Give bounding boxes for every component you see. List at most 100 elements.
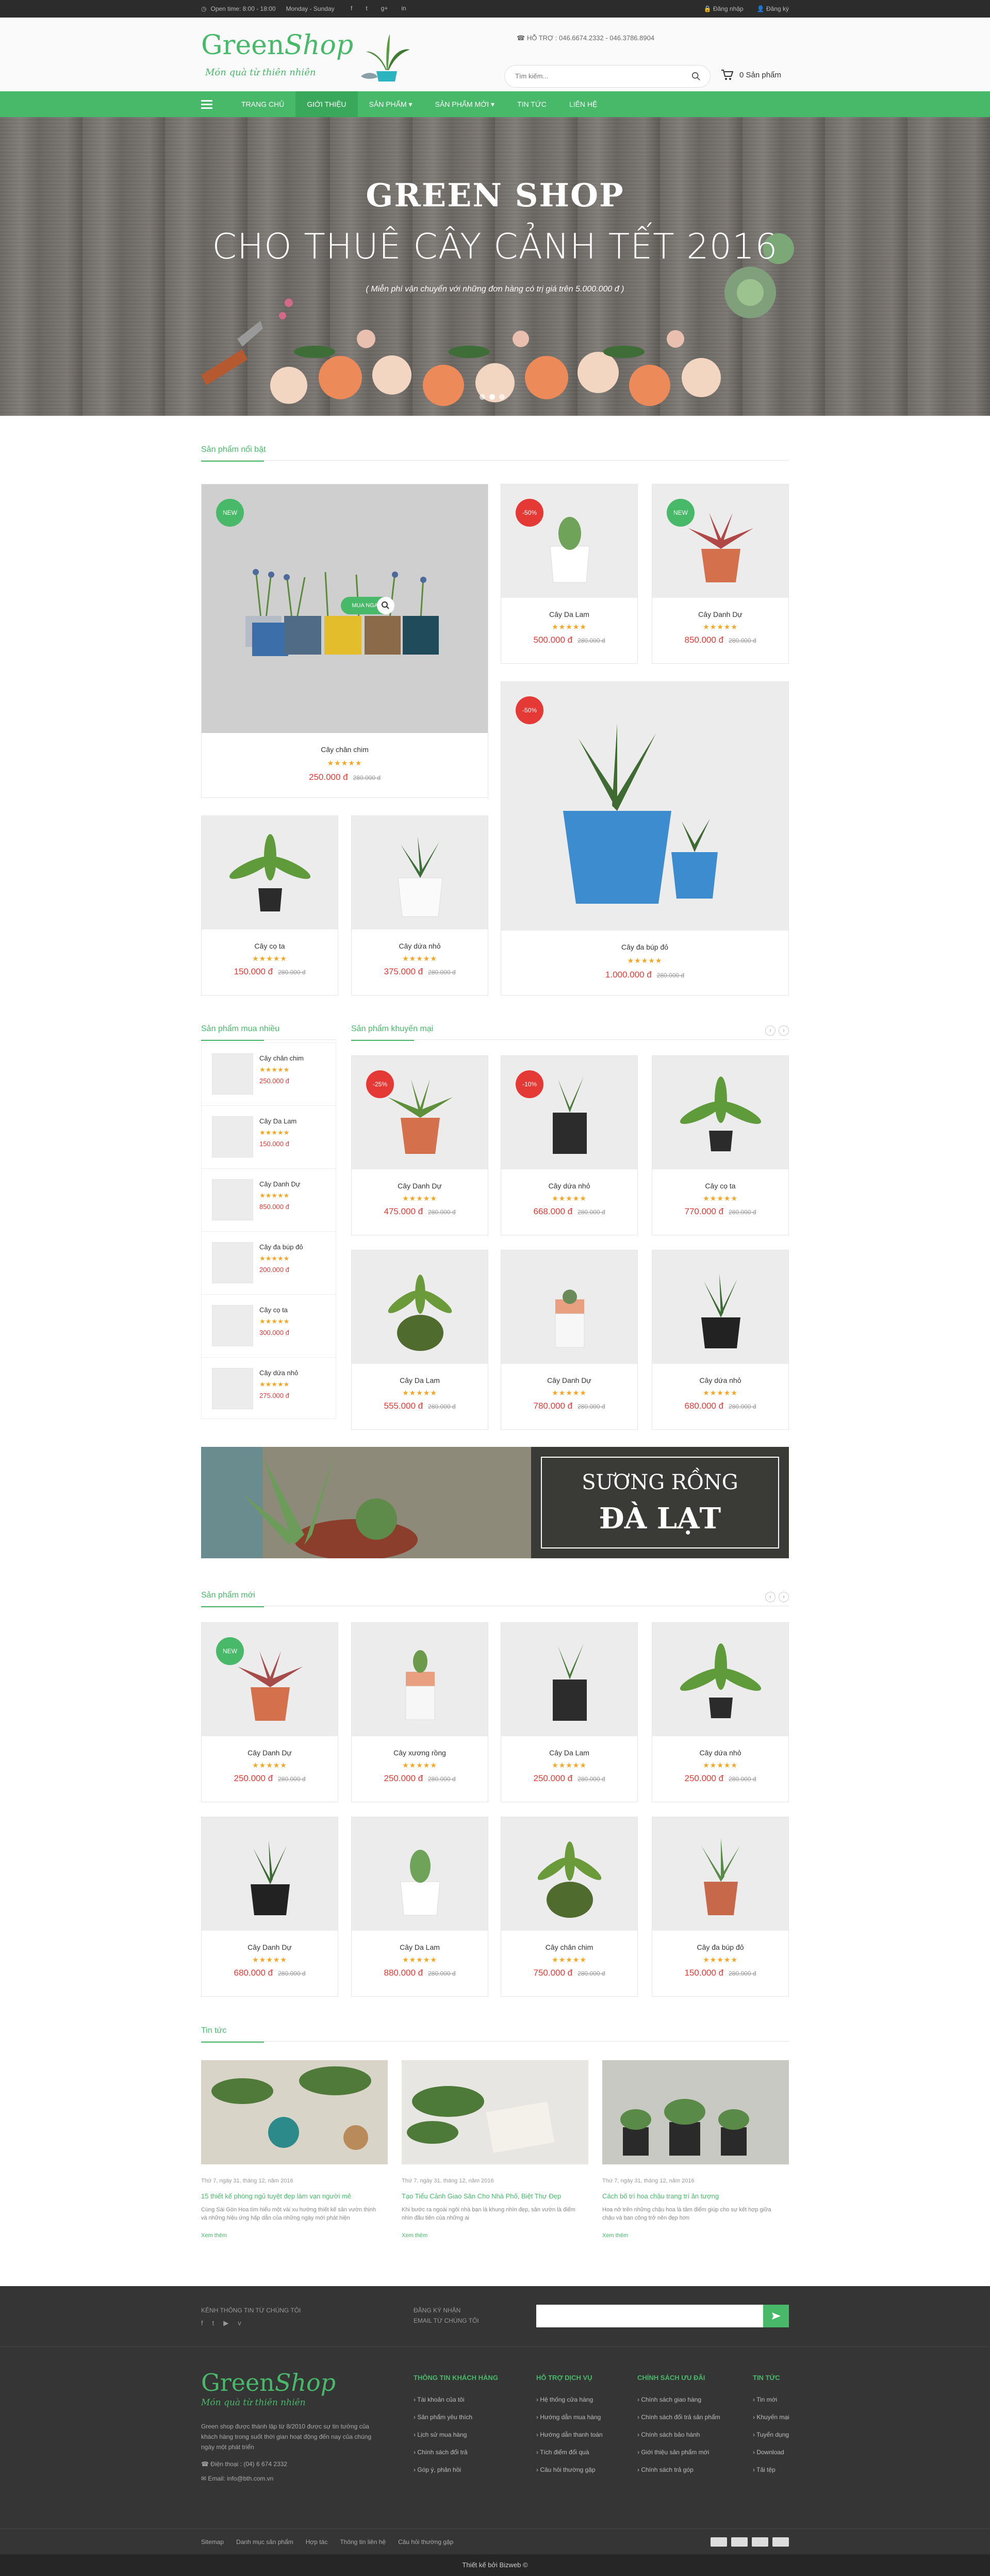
news-headline[interactable]: 15 thiết kế phòng ngủ tuyệt đẹp làm vạn … <box>201 2192 351 2200</box>
next-arrow-icon[interactable]: › <box>779 1592 789 1602</box>
product-card[interactable]: NEW Cây Danh Dự ★★★★★ 250.000 đ 280.000 đ <box>201 1622 338 1802</box>
nav-products[interactable]: SẢN PHẨM ▾ <box>358 91 424 117</box>
product-name[interactable]: Cây Da Lam <box>501 610 637 618</box>
facebook-icon[interactable]: f <box>201 2319 203 2327</box>
nav-news[interactable]: TIN TỨC <box>506 91 558 117</box>
newsletter-submit-button[interactable] <box>763 2305 789 2327</box>
product-card[interactable]: Cây Da Lam ★★★★★ 880.000 đ 280.000 đ <box>351 1817 488 1997</box>
facebook-icon[interactable]: f <box>351 5 352 12</box>
footer-link[interactable]: Câu hỏi thường gặp <box>398 2538 453 2546</box>
nav-about[interactable]: GIỚI THIỆU <box>295 91 358 117</box>
product-card[interactable]: Cây dứa nhỏ ★★★★★ 250.000 đ 280.000 đ <box>652 1622 789 1802</box>
product-name[interactable]: Cây Da Lam <box>501 1749 637 1757</box>
list-item[interactable]: Cây cọ ta ★★★★★ 300.000 đ <box>202 1295 337 1358</box>
product-name[interactable]: Cây chân chim <box>202 745 488 754</box>
product-name[interactable]: Cây dứa nhỏ <box>501 1182 637 1190</box>
product-name[interactable]: Cây chân chim <box>501 1943 637 1951</box>
product-card[interactable]: Cây cọ ta ★★★★★ 770.000 đ 280.000 đ <box>652 1055 789 1235</box>
register-link[interactable]: 👤 Đăng ký <box>757 5 789 12</box>
promo-banner[interactable]: SƯƠNG RỒNG ĐÀ LẠT <box>201 1447 789 1558</box>
product-card[interactable]: Cây Danh Dự ★★★★★ 780.000 đ 280.000 đ <box>501 1250 638 1430</box>
product-name[interactable]: Cây Danh Dự <box>652 610 788 618</box>
read-more-link[interactable]: Xem thêm <box>402 2232 427 2239</box>
footer-link[interactable]: Hợp tác <box>306 2538 328 2546</box>
product-card[interactable]: -10% Cây dứa nhỏ ★★★★★ 668.000 đ 280.000 đ <box>501 1055 638 1235</box>
zoom-button[interactable] <box>377 597 394 614</box>
youtube-icon[interactable]: ▶ <box>223 2319 228 2327</box>
list-item[interactable]: Cây đa búp đỏ ★★★★★ 200.000 đ <box>202 1232 337 1295</box>
footer-link[interactable]: Danh mục sản phẩm <box>236 2538 293 2546</box>
news-item[interactable]: Thứ 7, ngày 31, tháng 12, năm 2016 Cách … <box>602 2060 789 2246</box>
nav-contact[interactable]: LIÊN HỆ <box>558 91 608 117</box>
product-card[interactable]: Cây chân chim ★★★★★ 750.000 đ 280.000 đ <box>501 1817 638 1997</box>
next-arrow-icon[interactable]: › <box>779 1025 789 1036</box>
search-input[interactable] <box>515 72 680 80</box>
product-name[interactable]: Cây dứa nhỏ <box>652 1749 788 1757</box>
product-card[interactable]: -50% Cây đa búp đỏ ★★★★★ 1.000.000 đ 280.… <box>501 681 789 996</box>
product-name[interactable]: Cây Da Lam <box>352 1943 488 1951</box>
linkedin-icon[interactable]: in <box>401 5 406 12</box>
read-more-link[interactable]: Xem thêm <box>201 2232 227 2239</box>
product-name[interactable]: Cây đa búp đỏ <box>652 1943 788 1951</box>
list-item[interactable]: Cây Da Lam ★★★★★ 150.000 đ <box>202 1106 337 1169</box>
product-name[interactable]: Cây đa búp đỏ <box>501 943 788 951</box>
product-card[interactable]: Cây đa búp đỏ ★★★★★ 150.000 đ 280.000 đ <box>652 1817 789 1997</box>
nav-home[interactable]: TRANG CHỦ <box>230 91 295 117</box>
product-price: 375.000 đ 280.000 đ <box>384 967 456 976</box>
thumbnail <box>212 1242 253 1283</box>
product-card[interactable]: -25% Cây Danh Dự ★★★★★ 475.000 đ 280.000 đ <box>351 1055 488 1235</box>
news-headline[interactable]: Tạo Tiểu Cảnh Giao Sân Cho Nhà Phố, Biệt… <box>402 2192 561 2200</box>
product-name[interactable]: Cây Danh Dự <box>501 1376 637 1384</box>
google-plus-icon[interactable]: g+ <box>381 5 388 12</box>
product-name[interactable]: Cây Danh Dự <box>352 1182 488 1190</box>
slider-dot[interactable] <box>480 394 485 400</box>
newsletter-email-input[interactable] <box>536 2305 763 2327</box>
footer-logo[interactable]: GreenShop Món quà từ thiên nhiên <box>201 2369 336 2408</box>
product-card[interactable]: Cây Da Lam ★★★★★ 250.000 đ 280.000 đ <box>501 1622 638 1802</box>
product-card[interactable]: Cây xương rồng ★★★★★ 250.000 đ 280.000 đ <box>351 1622 488 1802</box>
rating-stars: ★★★★★ <box>252 954 287 963</box>
footer-link[interactable]: Thông tin liên hệ <box>340 2538 386 2546</box>
product-card[interactable]: Cây Da Lam ★★★★★ 555.000 đ 280.000 đ <box>351 1250 488 1430</box>
product-card[interactable]: -50% Cây Da Lam ★★★★★ 500.000 đ 280.000 đ <box>501 484 638 664</box>
product-card[interactable]: NEW MUA NGAY Cây chân chim ★★★★★ 250.000… <box>201 484 488 798</box>
product-name[interactable]: Cây dứa nhỏ <box>352 942 488 950</box>
vimeo-icon[interactable]: v <box>238 2319 241 2327</box>
list-item[interactable]: Cây chân chim ★★★★★ 250.000 đ <box>202 1043 337 1106</box>
news-item[interactable]: Thứ 7, ngày 31, tháng 12, năm 2016 Tạo T… <box>402 2060 588 2246</box>
prev-arrow-icon[interactable]: ‹ <box>765 1592 776 1602</box>
footer-phone: ☎ Điện thoại : (04) 6 674 2332 <box>201 2460 288 2468</box>
news-item[interactable]: Thứ 7, ngày 31, tháng 12, năm 2016 15 th… <box>201 2060 388 2246</box>
product-card[interactable]: NEW Cây Danh Dự ★★★★★ 850.000 đ 280.000 đ <box>652 484 789 664</box>
product-name[interactable]: Cây xương rồng <box>352 1749 488 1757</box>
slider-dot[interactable] <box>489 394 495 400</box>
product-name[interactable]: Cây cọ ta <box>652 1182 788 1190</box>
twitter-icon[interactable]: t <box>366 5 367 12</box>
nav-new-products[interactable]: SẢN PHẨM MỚI ▾ <box>424 91 506 117</box>
cart[interactable]: 0 Sản phẩm <box>721 69 781 80</box>
prev-arrow-icon[interactable]: ‹ <box>765 1025 776 1036</box>
read-more-link[interactable]: Xem thêm <box>602 2232 628 2239</box>
product-image <box>652 1250 788 1364</box>
list-item[interactable]: Cây Danh Dự ★★★★★ 850.000 đ <box>202 1169 337 1232</box>
product-card[interactable]: Cây cọ ta ★★★★★ 150.000 đ 280.000 đ <box>201 816 338 996</box>
product-image <box>352 1250 488 1364</box>
news-headline[interactable]: Cách bố trí hoa chậu trang trí ăn tượng <box>602 2192 719 2200</box>
menu-icon[interactable] <box>201 99 212 109</box>
product-name[interactable]: Cây dứa nhỏ <box>652 1376 788 1384</box>
product-name[interactable]: Cây Da Lam <box>352 1376 488 1384</box>
logo[interactable]: GreenShop Món quà từ thiên nhiên <box>201 30 410 84</box>
list-item[interactable]: Cây dứa nhỏ ★★★★★ 275.000 đ <box>202 1358 337 1421</box>
product-name[interactable]: Cây Danh Dự <box>202 1749 338 1757</box>
login-link[interactable]: 🔒 Đăng nhập <box>704 5 744 12</box>
product-name[interactable]: Cây cọ ta <box>202 942 338 950</box>
product-card[interactable]: Cây Danh Dự ★★★★★ 680.000 đ 280.000 đ <box>201 1817 338 1997</box>
twitter-icon[interactable]: t <box>212 2319 214 2327</box>
product-card[interactable]: Cây dứa nhỏ ★★★★★ 680.000 đ 280.000 đ <box>652 1250 789 1430</box>
product-name[interactable]: Cây Danh Dự <box>202 1943 338 1951</box>
footer-link[interactable]: Sitemap <box>201 2538 224 2546</box>
product-card[interactable]: Cây dứa nhỏ ★★★★★ 375.000 đ 280.000 đ <box>351 816 488 996</box>
slider-dot[interactable] <box>499 394 505 400</box>
search-icon[interactable] <box>691 72 701 81</box>
news-title: Tin tức <box>201 2026 265 2043</box>
